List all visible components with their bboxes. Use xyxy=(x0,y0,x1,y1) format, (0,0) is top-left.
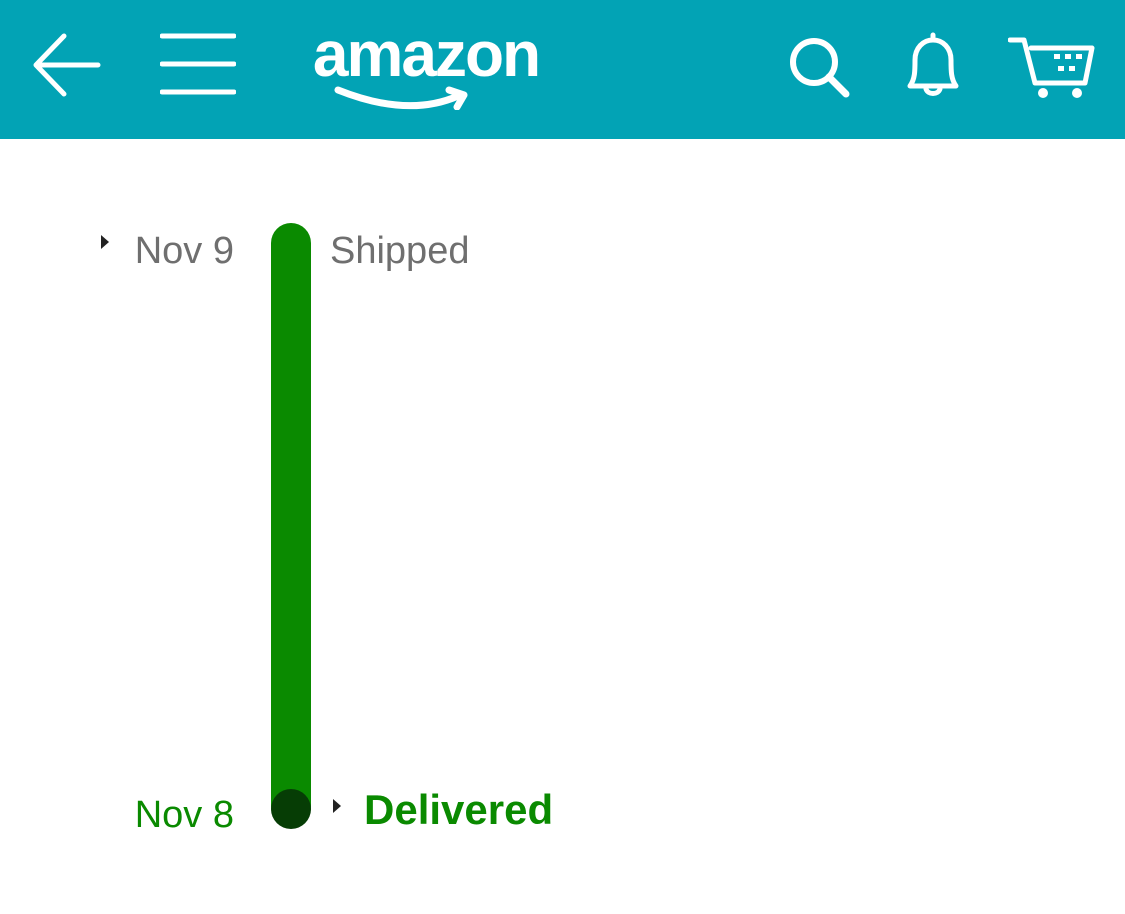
bell-icon[interactable] xyxy=(900,32,966,100)
timeline-date-delivered: Nov 8 xyxy=(134,794,234,836)
svg-text:amazon: amazon xyxy=(313,22,539,90)
hamburger-menu-icon[interactable] xyxy=(160,33,236,95)
timeline-status-delivered: Delivered xyxy=(364,786,554,833)
timeline-current-dot xyxy=(271,789,311,829)
timeline-date-shipped: Nov 9 xyxy=(134,230,234,272)
expand-caret-icon[interactable] xyxy=(333,799,341,813)
timeline-status-shipped: Shipped xyxy=(330,230,470,272)
back-arrow-icon[interactable] xyxy=(30,32,102,98)
amazon-logo[interactable]: amazon xyxy=(298,22,554,110)
timeline-progress-bar xyxy=(271,223,311,827)
shipment-timeline: Nov 9 Shipped Nov 8 Delivered xyxy=(0,139,1125,914)
search-icon[interactable] xyxy=(788,36,852,98)
cart-icon[interactable] xyxy=(1008,34,1096,100)
top-navigation-bar: amazon xyxy=(0,0,1125,139)
